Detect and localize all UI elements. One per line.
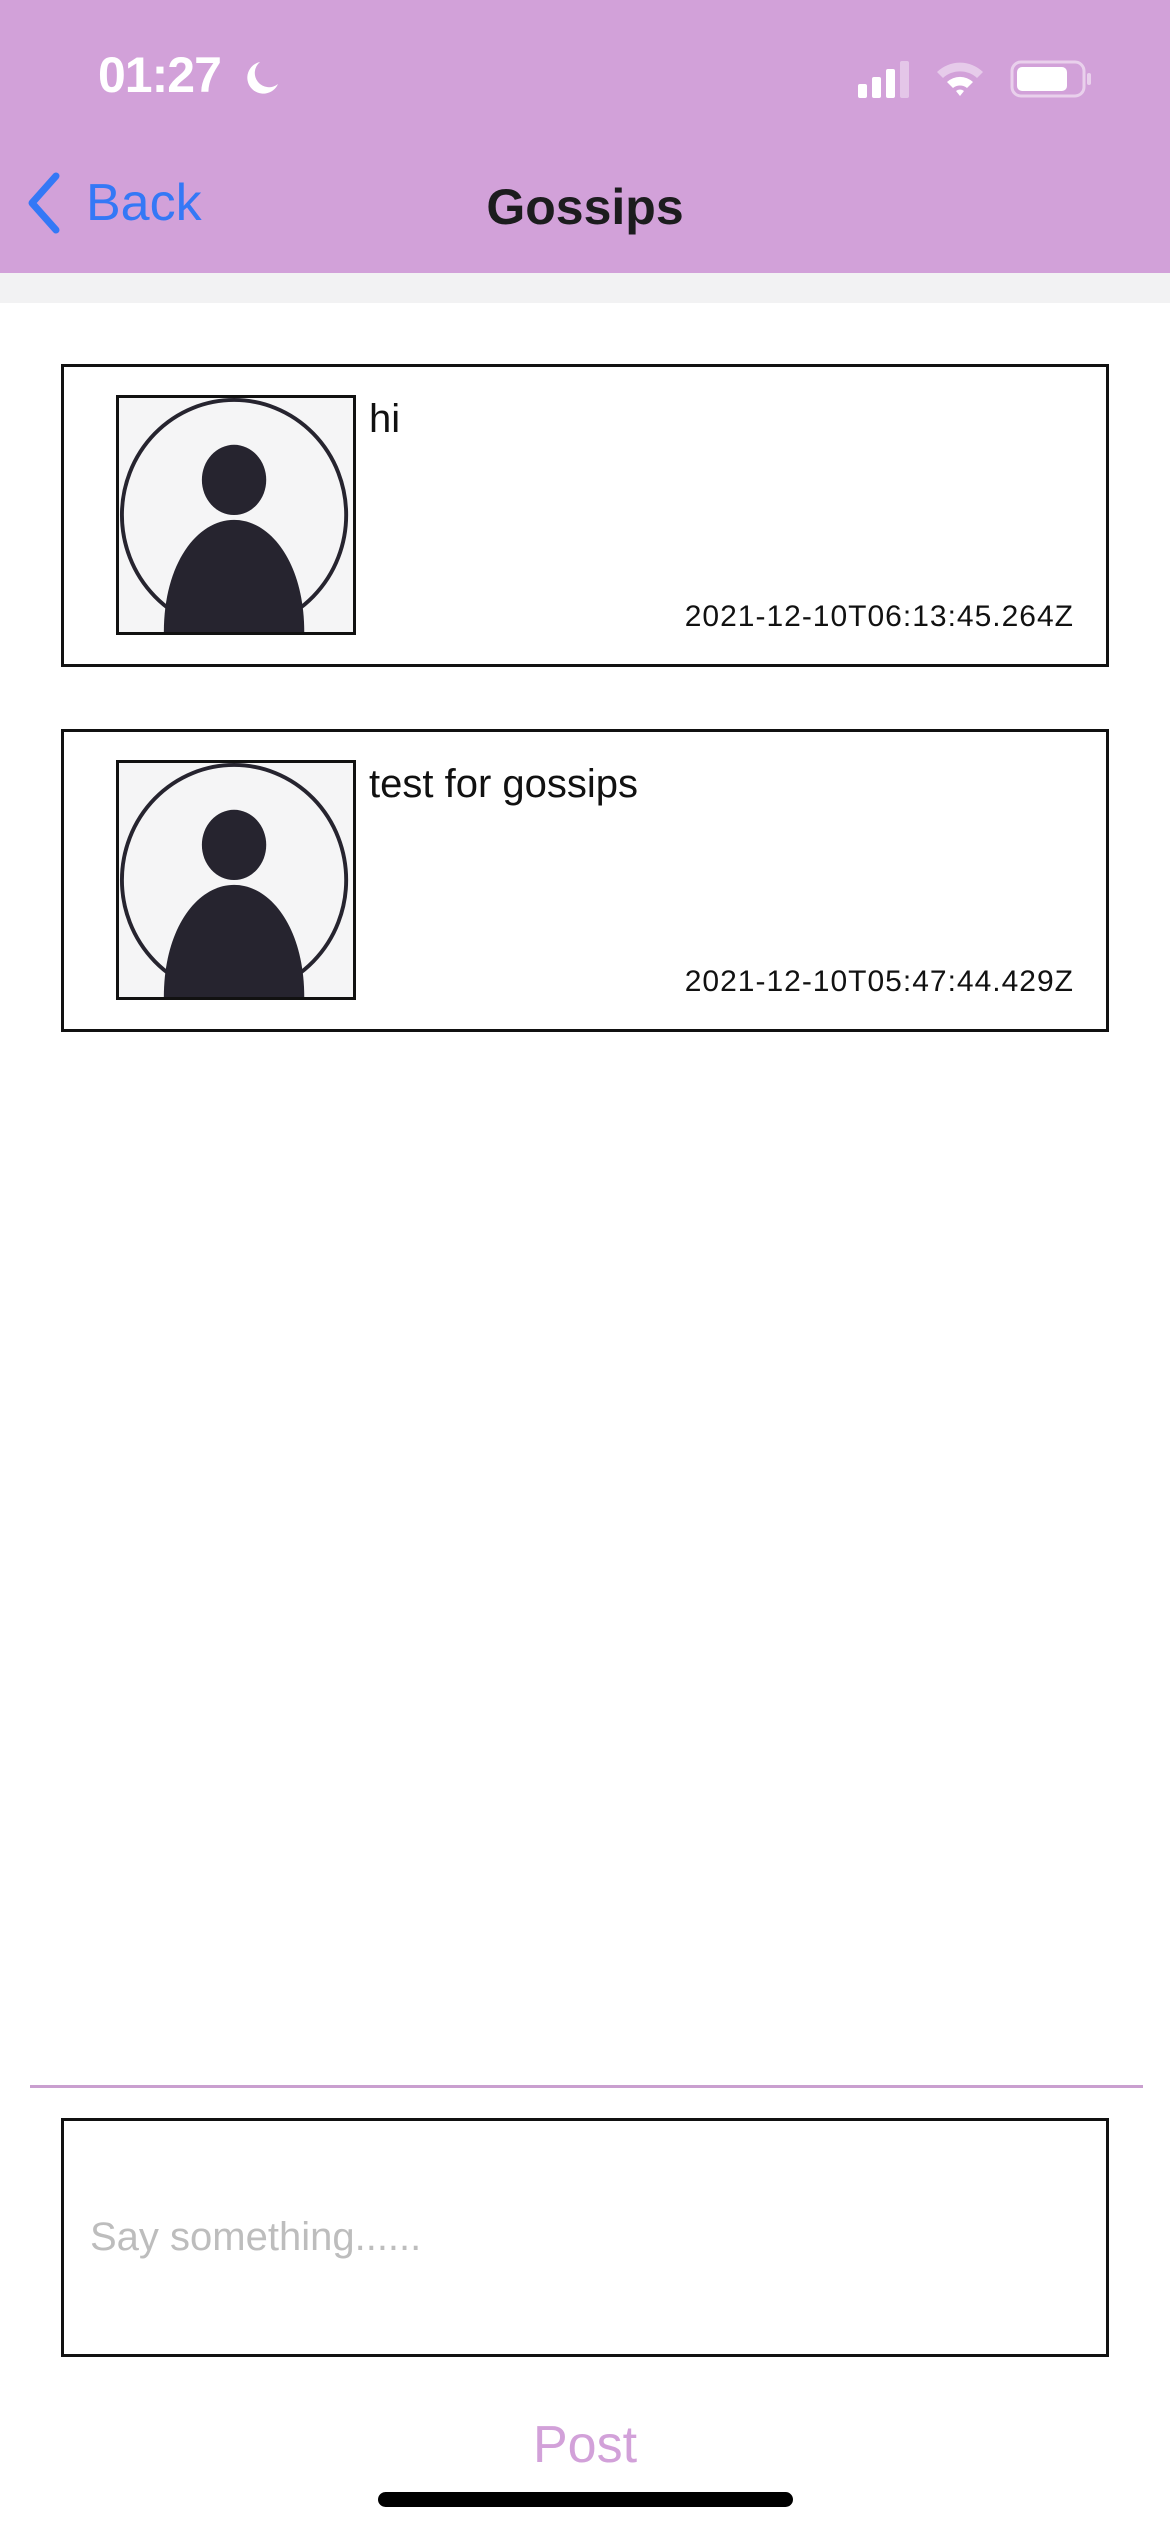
header-separator [0, 273, 1170, 303]
post-message: hi [369, 397, 401, 441]
user-avatar-icon [119, 763, 349, 997]
post-timestamp: 2021-12-10T05:47:44.429Z [684, 965, 1074, 998]
wifi-icon [937, 62, 983, 96]
gossip-post: hi 2021-12-10T06:13:45.264Z [61, 364, 1109, 667]
gossip-input[interactable]: Say something...... [61, 2118, 1109, 2357]
nav-header: 01:27 Back Gossips [0, 0, 1170, 273]
page-title: Gossips [486, 179, 684, 235]
cellular-signal-icon [858, 61, 909, 98]
post-timestamp: 2021-12-10T06:13:45.264Z [684, 600, 1074, 633]
home-indicator[interactable] [378, 2492, 793, 2507]
user-avatar-icon [119, 398, 349, 632]
composer-divider [30, 2085, 1143, 2088]
avatar [116, 395, 356, 635]
post-message: test for gossips [369, 762, 639, 806]
avatar [116, 760, 356, 1000]
post-button[interactable]: Post [0, 2415, 1170, 2475]
gossip-post: test for gossips 2021-12-10T05:47:44.429… [61, 729, 1109, 1032]
status-time: 01:27 [98, 47, 222, 103]
gossip-input-placeholder: Say something...... [90, 2215, 422, 2259]
battery-icon [1010, 60, 1091, 98]
do-not-disturb-moon-icon [247, 62, 278, 94]
